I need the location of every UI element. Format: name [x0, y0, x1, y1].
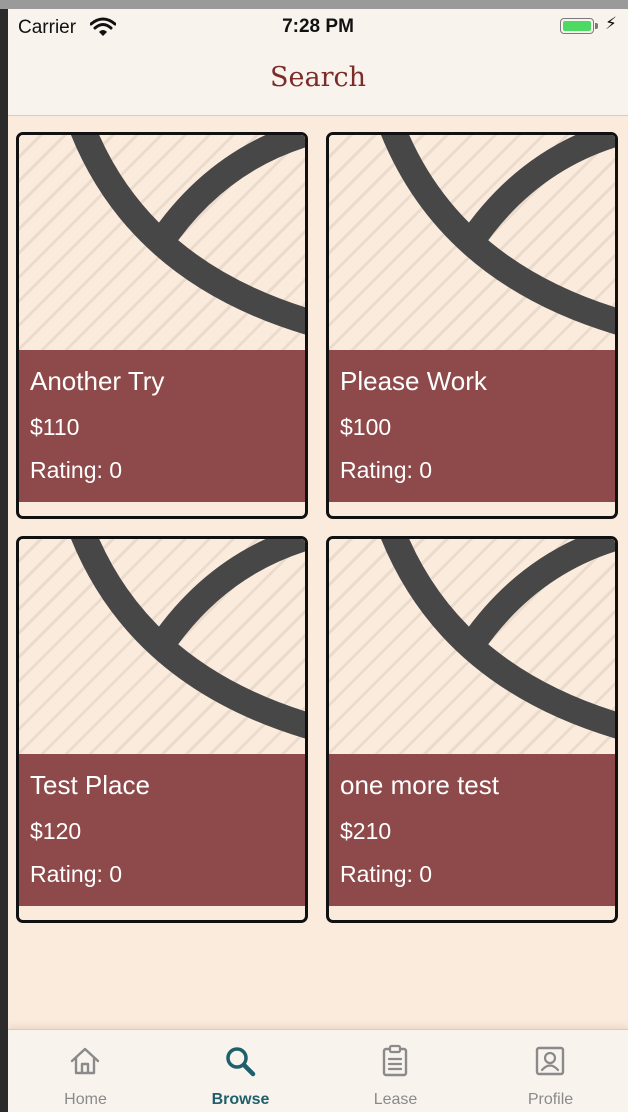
listing-rating: Rating: 0 [30, 457, 123, 483]
tab-label: Home [64, 1091, 107, 1108]
tab-label: Profile [527, 1091, 574, 1108]
listing-image [329, 135, 615, 350]
tab-label: Browse [211, 1091, 270, 1108]
placeholder-arc-graphic [71, 539, 305, 739]
charging-bolt-icon: ⚡︎ [605, 14, 617, 33]
app-screen: Carrier 7:28 PM ⚡︎ Search Another Try $1… [8, 9, 628, 1112]
listing-card[interactable]: Please Work $100 Rating: 0 [326, 132, 618, 519]
listing-title: one more test [340, 770, 499, 800]
listing-rating: Rating: 0 [340, 457, 433, 483]
listing-title: Another Try [30, 366, 165, 396]
listing-rating: Rating: 0 [340, 861, 433, 887]
tab-bar: Home Browse Lease Profile [8, 1029, 628, 1112]
listing-card[interactable]: one more test $210 Rating: 0 [326, 536, 618, 923]
placeholder-arc-graphic [381, 135, 615, 335]
page-title: Search [270, 62, 366, 93]
listing-card[interactable]: Test Place $120 Rating: 0 [16, 536, 308, 923]
navigation-bar: Search [8, 45, 628, 116]
listing-info: Another Try $110 Rating: 0 [19, 350, 305, 502]
listing-rating: Rating: 0 [30, 861, 123, 887]
device-frame: Carrier 7:28 PM ⚡︎ Search Another Try $1… [0, 0, 628, 1112]
listing-price: $120 [30, 818, 82, 844]
status-bar: Carrier 7:28 PM ⚡︎ [8, 9, 628, 45]
battery-tip [595, 23, 598, 29]
listing-price: $210 [340, 818, 392, 844]
home-icon [70, 1047, 100, 1075]
status-time: 7:28 PM [282, 16, 354, 37]
tab-browse[interactable]: Browse [163, 1030, 318, 1112]
listing-info: one more test $210 Rating: 0 [329, 754, 615, 906]
tab-label: Lease [373, 1091, 418, 1108]
placeholder-arc-graphic [71, 135, 305, 335]
tab-profile[interactable]: Profile [473, 1030, 628, 1112]
battery-level [563, 21, 591, 31]
placeholder-arc-graphic [381, 539, 615, 739]
listing-price: $110 [30, 414, 80, 440]
listing-image [19, 135, 305, 350]
listing-image [329, 539, 615, 754]
listing-title: Test Place [30, 770, 150, 800]
listing-info: Please Work $100 Rating: 0 [329, 350, 615, 502]
tab-home[interactable]: Home [8, 1030, 163, 1112]
listing-info: Test Place $120 Rating: 0 [19, 754, 305, 906]
listing-price: $100 [340, 414, 392, 440]
battery-icon [560, 18, 594, 34]
window-edge [0, 0, 628, 9]
listing-image [19, 539, 305, 754]
search-icon [226, 1047, 256, 1077]
tab-lease[interactable]: Lease [318, 1030, 473, 1112]
profile-icon [535, 1046, 565, 1076]
listing-card[interactable]: Another Try $110 Rating: 0 [16, 132, 308, 519]
clipboard-icon [382, 1044, 408, 1077]
listing-title: Please Work [340, 366, 487, 396]
